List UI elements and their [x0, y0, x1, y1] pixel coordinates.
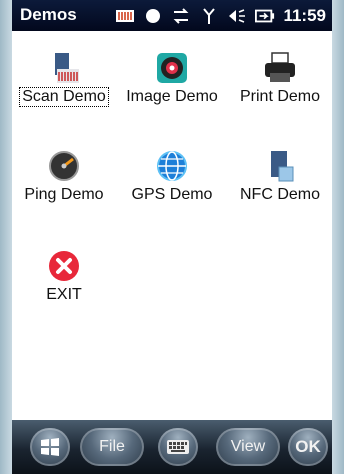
left-bezel [0, 0, 12, 474]
app-label: Scan Demo [19, 87, 109, 107]
device-screen: Demos 11:59 Scan Demo Image Demo Print D… [0, 0, 344, 474]
app-image-demo[interactable]: Image Demo [120, 51, 224, 107]
keyboard-button[interactable] [158, 428, 198, 466]
signal-antenna-icon[interactable] [199, 7, 219, 25]
right-bezel [332, 0, 344, 474]
status-tray: 11:59 [115, 6, 326, 26]
softkey-bar: File View OK [12, 420, 332, 474]
app-label: Ping Demo [24, 186, 104, 203]
app-exit[interactable]: EXIT [12, 249, 116, 305]
battery-pack-icon[interactable] [115, 7, 135, 25]
nfc-device-icon [271, 151, 294, 182]
exit-x-icon [49, 251, 79, 281]
file-button[interactable]: File [80, 428, 144, 466]
ok-button[interactable]: OK [288, 428, 328, 466]
app-label: EXIT [46, 286, 82, 303]
app-label: NFC Demo [239, 186, 320, 203]
view-button[interactable]: View [216, 428, 280, 466]
scan-barcode-icon [55, 53, 79, 83]
app-gps-demo[interactable]: GPS Demo [120, 149, 224, 205]
printer-icon [265, 52, 295, 82]
clock-time: 11:59 [283, 6, 326, 25]
camera-lens-icon [157, 53, 187, 83]
app-print-demo[interactable]: Print Demo [228, 51, 332, 107]
app-grid: Scan Demo Image Demo Print Demo Ping Dem… [12, 31, 332, 420]
app-nfc-demo[interactable]: NFC Demo [228, 149, 332, 205]
start-button[interactable] [30, 428, 70, 466]
app-label: Image Demo [126, 88, 218, 105]
app-label: GPS Demo [131, 186, 213, 203]
title-bar: Demos 11:59 [12, 0, 332, 31]
window-title: Demos [20, 5, 77, 24]
app-scan-demo[interactable]: Scan Demo [12, 51, 116, 107]
dot-icon[interactable] [143, 7, 163, 25]
charging-battery-icon[interactable] [255, 7, 275, 25]
volume-icon[interactable] [227, 7, 247, 25]
globe-icon [157, 151, 187, 181]
gauge-icon [49, 151, 79, 181]
app-ping-demo[interactable]: Ping Demo [12, 149, 116, 205]
sync-arrows-icon[interactable] [171, 7, 191, 25]
windows-flag-icon [41, 438, 59, 456]
keyboard-icon [167, 440, 189, 454]
app-label: Print Demo [239, 88, 321, 105]
